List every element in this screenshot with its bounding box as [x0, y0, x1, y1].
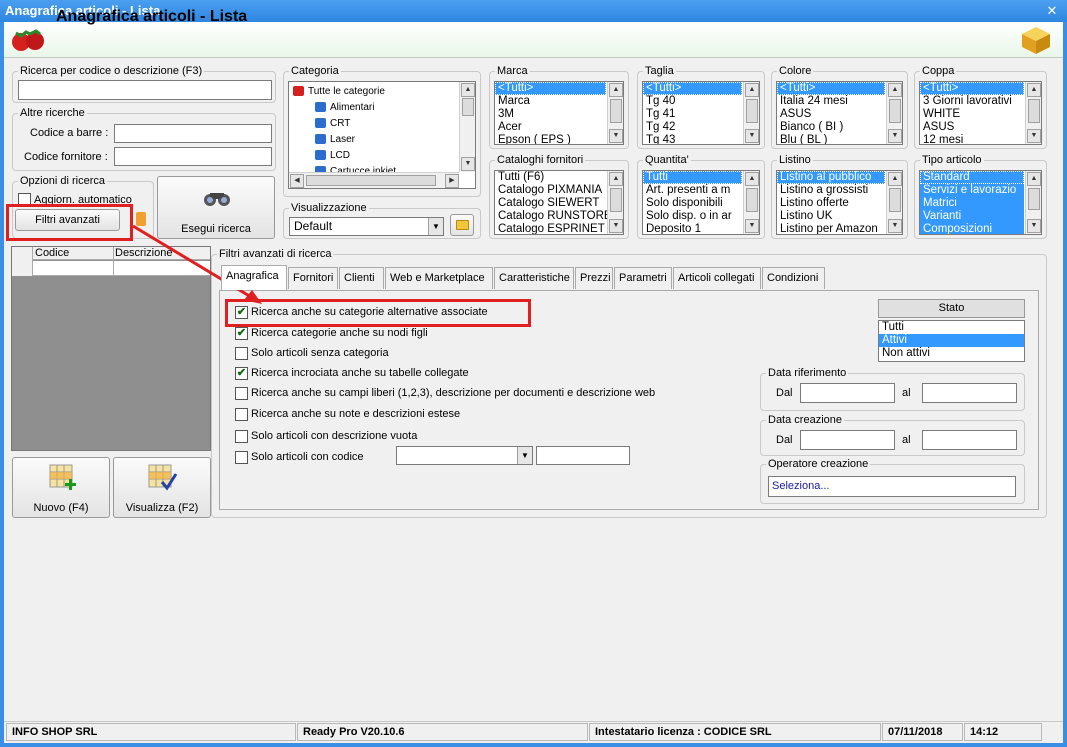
operator-label: Operatore creazione [766, 458, 871, 471]
operator-select[interactable]: Seleziona... [768, 476, 1016, 497]
created-date-to-label: al [902, 434, 911, 446]
status-company: INFO SHOP SRL [6, 723, 296, 741]
ref-date-label: Data riferimento [766, 367, 849, 380]
ref-date-to-label: al [902, 387, 911, 399]
status-time: 14:12 [964, 723, 1042, 741]
created-date-label: Data creazione [766, 414, 844, 427]
ref-date-from-label: Dal [776, 387, 793, 399]
ref-date-to-input[interactable] [922, 383, 1017, 403]
tab-anagrafica[interactable]: Anagrafica [221, 265, 287, 290]
created-date-from-label: Dal [776, 434, 793, 446]
state-item[interactable]: Non attivi [879, 347, 1024, 360]
status-license: Intestatario licenza : CODICE SRL [589, 723, 881, 741]
created-date-from-input[interactable] [800, 430, 895, 450]
state-item[interactable]: Attivi [879, 334, 1024, 347]
state-item[interactable]: Tutti [879, 321, 1024, 334]
status-version: Ready Pro V20.10.6 [297, 723, 588, 741]
state-list[interactable]: Tutti Attivi Non attivi [878, 320, 1025, 362]
state-header: Stato [878, 299, 1025, 318]
created-date-to-input[interactable] [922, 430, 1017, 450]
status-date: 07/11/2018 [882, 723, 963, 741]
ref-date-from-input[interactable] [800, 383, 895, 403]
